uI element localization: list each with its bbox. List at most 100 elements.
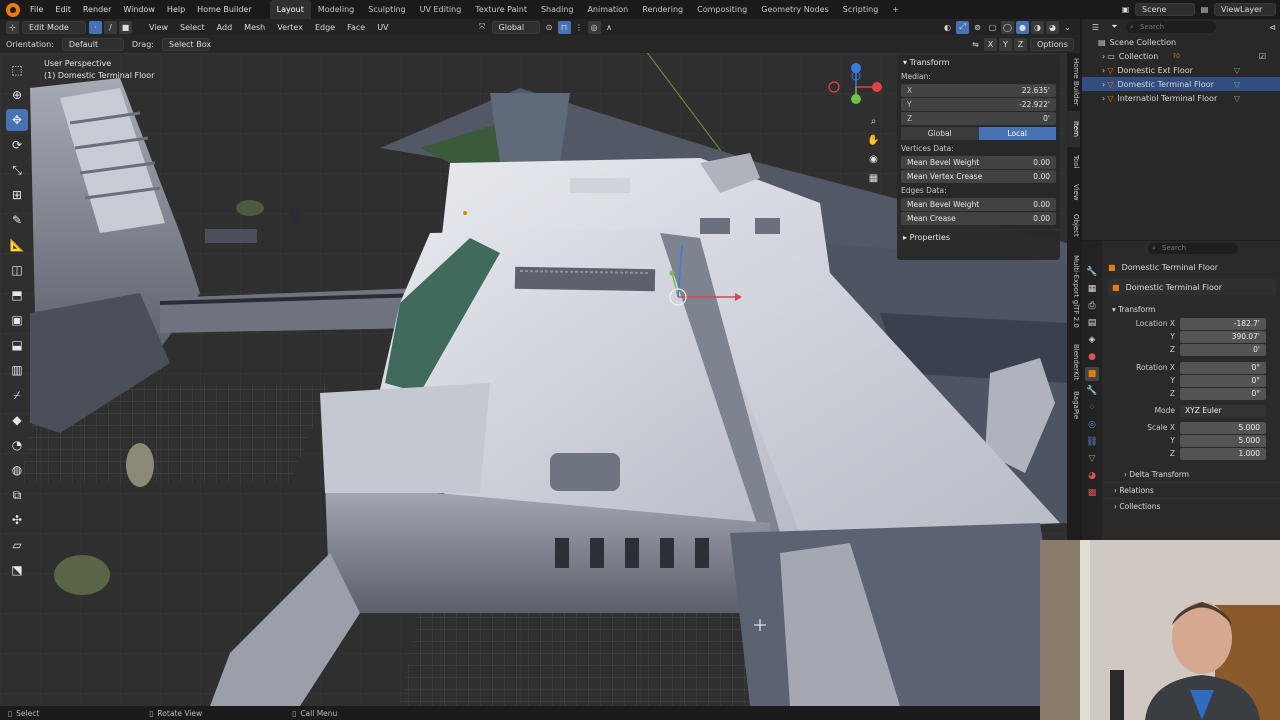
pan-hand-icon[interactable]: ✋ (867, 134, 880, 147)
expand-arrow-icon[interactable]: › (1102, 52, 1105, 61)
tool-properties-icon[interactable]: 🔧 (1085, 265, 1099, 279)
vertex-bevel-weight-field[interactable]: Mean Bevel Weight 0.00 (901, 156, 1056, 169)
spin-icon[interactable]: ◔ (6, 434, 28, 456)
outliner-object-row[interactable]: › ▽ Domestic Ext Floor ▽ (1082, 63, 1280, 77)
orientation-selector[interactable]: Default (61, 37, 124, 51)
edge-select-icon[interactable]: / (104, 20, 117, 34)
move-icon[interactable]: ✥ (6, 109, 28, 131)
viewlayer-selector[interactable]: ViewLayer (1214, 3, 1276, 16)
menu-face[interactable]: Face (341, 23, 371, 32)
rotate-icon[interactable]: ⟳ (6, 134, 28, 156)
tab-uv-editing[interactable]: UV Editing (413, 0, 469, 19)
tab-object[interactable]: Object (1067, 207, 1080, 243)
shading-wire-icon[interactable]: ◯ (1001, 20, 1014, 34)
menu-add[interactable]: Add (211, 23, 239, 32)
scene-selector[interactable]: Scene (1135, 3, 1195, 16)
mirror-x-button[interactable]: X (984, 37, 997, 51)
properties-search-input[interactable]: ⌕ Search (1148, 242, 1238, 254)
edge-bevel-weight-field[interactable]: Mean Bevel Weight 0.00 (901, 198, 1056, 211)
filter-icon[interactable]: ⏷ (1108, 21, 1121, 34)
shear-icon[interactable]: ▱ (6, 534, 28, 556)
options-dropdown[interactable]: Options (1030, 37, 1074, 51)
collections-section[interactable]: › Collections (1082, 498, 1280, 514)
object-properties-tab-icon[interactable]: ■ (1085, 367, 1099, 381)
tab-modeling[interactable]: Modeling (311, 0, 361, 19)
scale-icon[interactable]: ⤡ (6, 159, 28, 181)
tab-item[interactable]: Item (1067, 111, 1080, 147)
outliner-object-row[interactable]: › ▽ Internatiol Terminal Floor ▽ (1082, 91, 1280, 105)
texture-properties-icon[interactable]: ▩ (1085, 486, 1099, 500)
scale-x-row[interactable]: Scale X 5.000 (1082, 421, 1280, 434)
pivot-icon[interactable]: ⊙ (543, 21, 556, 34)
transform-section-header[interactable]: ▾ Transform (1082, 301, 1280, 317)
menu-vertex[interactable]: Vertex (271, 23, 309, 32)
tab-compositing[interactable]: Compositing (690, 0, 754, 19)
edge-crease-field[interactable]: Mean Crease 0.00 (901, 212, 1056, 225)
tab-shading[interactable]: Shading (534, 0, 581, 19)
cursor-icon[interactable]: ⊕ (6, 84, 28, 106)
transform-icon[interactable]: ⊞ (6, 184, 28, 206)
rip-region-icon[interactable]: ⬔ (6, 559, 28, 581)
vertex-select-icon[interactable]: · (89, 20, 102, 34)
perspective-grid-icon[interactable]: ▦ (867, 172, 880, 185)
overlay-icon[interactable]: ⊚ (971, 21, 984, 34)
vertex-crease-field[interactable]: Mean Vertex Crease 0.00 (901, 170, 1056, 183)
menu-mesh[interactable]: Mesh (238, 23, 271, 32)
tab-scripting[interactable]: Scripting (836, 0, 886, 19)
tab-rendering[interactable]: Rendering (635, 0, 690, 19)
tab-animation[interactable]: Animation (580, 0, 635, 19)
median-y-field[interactable]: Y -22.922' (901, 98, 1056, 111)
tab-tool[interactable]: Tool (1067, 147, 1080, 177)
tab-home-builder[interactable]: Home Builder (1067, 53, 1080, 111)
location-z-row[interactable]: Z 0' (1082, 343, 1280, 356)
properties-panel-header[interactable]: ▸ Properties (897, 229, 1060, 245)
mirror-z-button[interactable]: Z (1014, 37, 1027, 51)
tab-view[interactable]: View (1067, 177, 1080, 207)
material-properties-icon[interactable]: ◕ (1085, 469, 1099, 483)
editor-type-icon[interactable]: ⊹ (6, 20, 19, 34)
output-properties-icon[interactable]: ⎙ (1085, 299, 1099, 313)
scene-properties-icon[interactable]: ◈ (1085, 333, 1099, 347)
menu-window[interactable]: Window (117, 0, 161, 19)
menu-uv[interactable]: UV (371, 23, 394, 32)
location-y-row[interactable]: Y 390.07' (1082, 330, 1280, 343)
location-x-row[interactable]: Location X -182.7' (1082, 317, 1280, 330)
checkbox-icon[interactable]: ☑ (1259, 52, 1266, 61)
constraints-icon[interactable]: ⛓ (1085, 435, 1099, 449)
data-properties-icon[interactable]: ▽ (1085, 452, 1099, 466)
expand-arrow-icon[interactable]: › (1102, 66, 1105, 75)
shading-options-icon[interactable]: ⌄ (1061, 21, 1074, 34)
blender-logo-icon[interactable] (6, 2, 20, 17)
drag-selector[interactable]: Select Box (161, 37, 211, 51)
menu-select[interactable]: Select (174, 23, 211, 32)
mode-selector[interactable]: Edit Mode (22, 20, 86, 34)
render-properties-icon[interactable]: ▦ (1085, 282, 1099, 296)
menu-view[interactable]: View (143, 23, 174, 32)
tab-multi-export[interactable]: Multi-Export glTF 2.0 (1067, 243, 1080, 339)
snap-icon[interactable]: ⊓ (557, 20, 571, 34)
outliner-object-row-selected[interactable]: › ▽ Domestic Terminal Floor ▽ (1082, 77, 1280, 91)
shading-solid-icon[interactable]: ● (1016, 20, 1029, 34)
median-x-field[interactable]: X 22.635' (901, 84, 1056, 97)
local-space-button[interactable]: Local (978, 127, 1056, 140)
tab-layout[interactable]: Layout (269, 0, 311, 19)
outliner-search-input[interactable]: ⌕ Search (1126, 21, 1216, 33)
loop-cut-icon[interactable]: ▥ (6, 359, 28, 381)
transform-panel-title[interactable]: ▾ Transform (897, 55, 1060, 70)
global-space-button[interactable]: Global (901, 127, 979, 140)
delta-transform-section[interactable]: › Delta Transform (1082, 466, 1280, 482)
outliner-editor-icon[interactable]: ☰ (1089, 21, 1102, 34)
transform-orientation-selector[interactable]: Global (491, 20, 540, 34)
view-layer-icon[interactable]: ▤ (1085, 316, 1099, 330)
scene-collection-row[interactable]: ▤ Scene Collection (1082, 35, 1280, 49)
menu-edit[interactable]: Edit (49, 0, 77, 19)
visibility-icon[interactable]: ◐ (941, 21, 954, 34)
scale-y-row[interactable]: Y 5.000 (1082, 434, 1280, 447)
modifier-properties-icon[interactable]: 🔧 (1085, 384, 1099, 398)
smooth-icon[interactable]: ◍ (6, 459, 28, 481)
mirror-y-button[interactable]: Y (999, 37, 1012, 51)
extrude-icon[interactable]: ⬒ (6, 284, 28, 306)
knife-icon[interactable]: ⌿ (6, 384, 28, 406)
relations-section[interactable]: › Relations (1082, 482, 1280, 498)
edge-slide-icon[interactable]: ⧉ (6, 484, 28, 506)
